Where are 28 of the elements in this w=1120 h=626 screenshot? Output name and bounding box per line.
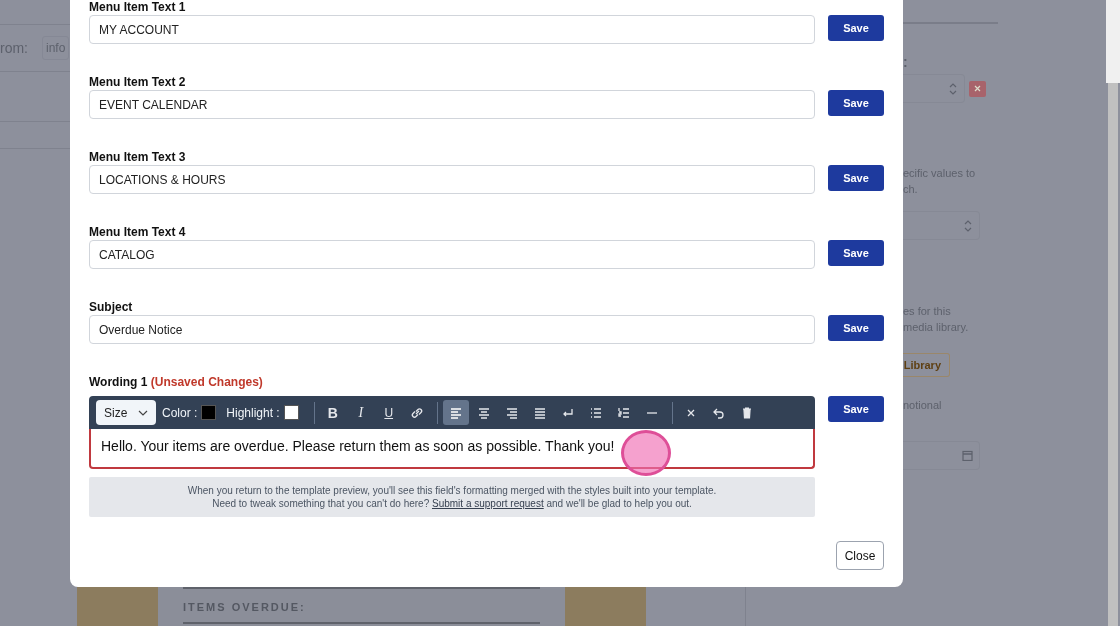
italic-button[interactable]: I <box>347 400 374 425</box>
text-field[interactable]: MY ACCOUNT <box>89 15 815 44</box>
bold-button[interactable]: B <box>319 400 346 425</box>
field-label: Menu Item Text 4 <box>89 225 187 240</box>
size-dropdown[interactable]: Size <box>96 400 156 425</box>
help-note: When you return to the template preview, you'll see this field's formatting merged with the styles built into your template. Need to tweak something that you can't do here? Submit a support request and we'll be glad to help you out. <box>89 477 815 517</box>
field-label: Subject <box>89 300 134 315</box>
message-editor[interactable]: Hello. Your items are overdue. Please return them as soon as possible. Thank you! <box>89 429 815 469</box>
close-button[interactable]: Close <box>836 541 884 570</box>
field-label: Wording 1 (Unsaved Changes) <box>89 375 264 390</box>
text-field[interactable]: LOCATIONS & HOURS <box>89 165 815 194</box>
support-link[interactable]: Submit a support request <box>432 498 544 509</box>
color-label: Color : <box>162 405 198 420</box>
text-field[interactable]: EVENT CALENDAR <box>89 90 815 119</box>
text-field[interactable]: CATALOG <box>89 240 815 269</box>
underline-button[interactable]: U <box>375 400 402 425</box>
highlight-label: Highlight : <box>226 405 280 420</box>
field-label: Menu Item Text 1 <box>89 0 187 15</box>
save-button[interactable]: Save <box>828 396 884 422</box>
field-label: Menu Item Text 3 <box>89 150 187 165</box>
text-field[interactable]: Overdue Notice <box>89 315 815 344</box>
panel-heading: : <box>903 54 909 70</box>
save-button[interactable]: Save <box>828 315 884 341</box>
field-label: Menu Item Text 2 <box>89 75 187 90</box>
save-button[interactable]: Save <box>828 240 884 266</box>
save-button[interactable]: Save <box>828 15 884 41</box>
save-button[interactable]: Save <box>828 90 884 116</box>
save-button[interactable]: Save <box>828 165 884 191</box>
